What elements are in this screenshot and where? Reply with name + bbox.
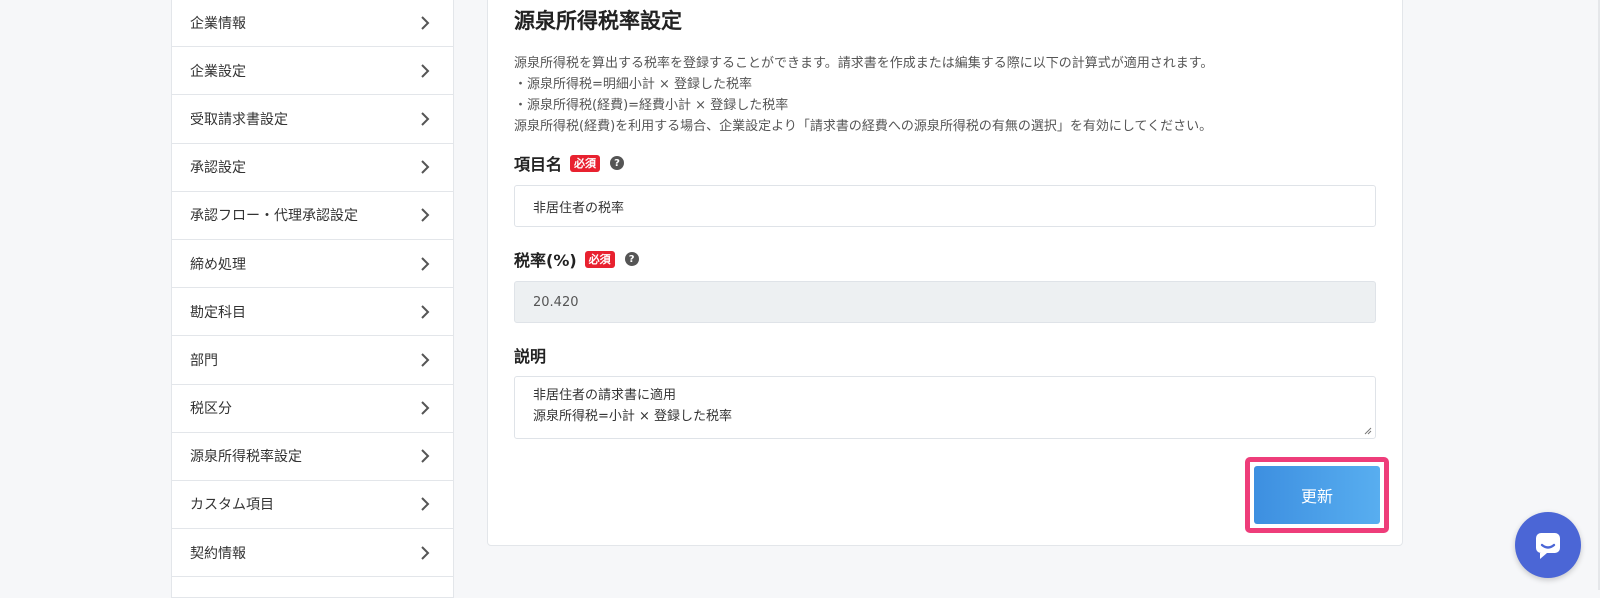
withholding-tax-form-card: 源泉所得税率設定 源泉所得税を算出する税率を登録することができます。請求書を作成… [487,0,1403,546]
sidebar-item-contract-info[interactable]: 契約情報 [172,529,453,578]
update-button-highlight: 更新 [1245,457,1389,533]
question-circle-icon[interactable]: ? [624,252,639,266]
sidebar-item-tax-categories[interactable]: 税区分 [172,385,453,433]
update-button[interactable]: 更新 [1254,466,1380,524]
description-line: ・源泉所得税(経費)=経費小計 × 登録した税率 [514,98,789,113]
chevron-right-icon [421,545,430,560]
tax-rate-label-row: 税率(%) 必須 ? [514,247,639,271]
required-badge: 必須 [570,154,601,172]
sidebar-item-label: 締め処理 [190,256,246,273]
sidebar-item-custom-fields[interactable]: カスタム項目 [172,481,453,530]
item-name-label-row: 項目名 必須 ? [514,151,625,175]
sidebar-item-label: 契約情報 [190,545,246,562]
chevron-right-icon [421,401,430,415]
sidebar-item-departments[interactable]: 部門 [172,336,453,385]
chevron-right-icon [421,305,430,319]
sidebar-item-label: 税区分 [190,401,232,418]
sidebar-item-withholding-tax-rate[interactable]: 源泉所得税率設定 [172,433,453,481]
sidebar-item-label: 企業設定 [190,63,246,80]
sidebar-item-received-invoice-settings[interactable]: 受取請求書設定 [172,95,453,144]
sidebar-item-company-info[interactable]: 企業情報 [172,0,453,48]
sidebar-item-label: カスタム項目 [190,497,274,514]
chevron-right-icon [421,208,430,223]
sidebar-item-accounts[interactable]: 勘定科目 [172,288,453,337]
chevron-right-icon [421,449,430,463]
sidebar-item-approval-flow[interactable]: 承認フロー・代理承認設定 [172,192,453,240]
sidebar-item-label: 勘定科目 [190,304,246,321]
page-title: 源泉所得税率設定 [514,9,682,33]
sidebar-item-company-settings[interactable]: 企業設定 [172,47,453,96]
resize-grip-icon[interactable] [1364,427,1372,435]
required-badge: 必須 [584,250,615,268]
sidebar-item-closing[interactable]: 締め処理 [172,240,453,289]
form-description: 源泉所得税を算出する税率を登録することができます。請求書を作成または編集する際に… [514,53,1374,137]
sidebar-item-label: 源泉所得税率設定 [190,449,302,466]
chevron-right-icon [421,64,430,78]
sidebar-item-approval-settings[interactable]: 承認設定 [172,144,453,192]
tax-rate-label: 税率(%) [514,251,577,270]
description-line: 源泉所得税を算出する税率を登録することができます。請求書を作成または編集する際に… [514,56,1214,71]
sidebar-item-label: 受取請求書設定 [190,111,288,128]
description-line: 源泉所得税(経費)を利用する場合、企業設定より「請求書の経費への源泉所得税の有無… [514,119,1213,134]
description-line: ・源泉所得税=明細小計 × 登録した税率 [514,77,753,92]
settings-sidebar: 企業情報 企業設定 受取請求書設定 承認設定 承認フロー・代理承認設定 締め処理… [171,0,454,598]
chevron-right-icon [421,15,430,30]
question-circle-icon[interactable]: ? [610,156,625,170]
chat-widget-button[interactable] [1515,512,1581,578]
chevron-right-icon [421,256,430,271]
chevron-right-icon [421,353,430,367]
chevron-right-icon [421,497,430,512]
item-name-input[interactable] [514,185,1376,227]
description-label: 説明 [514,347,547,366]
chat-bubble-icon [1536,533,1560,559]
sidebar-item-label: 承認フロー・代理承認設定 [190,208,358,225]
sidebar-item-label: 企業情報 [190,15,246,32]
sidebar-item-label: 承認設定 [190,160,246,177]
description-textarea[interactable]: 非居住者の請求書に適用 源泉所得税=小計 × 登録した税率 [514,376,1376,439]
tax-rate-input [514,281,1376,323]
chevron-right-icon [421,160,430,174]
chevron-right-icon [421,112,430,126]
sidebar-item-label: 部門 [190,352,218,369]
description-label-row: 説明 [514,343,546,367]
item-name-label: 項目名 [514,155,563,174]
